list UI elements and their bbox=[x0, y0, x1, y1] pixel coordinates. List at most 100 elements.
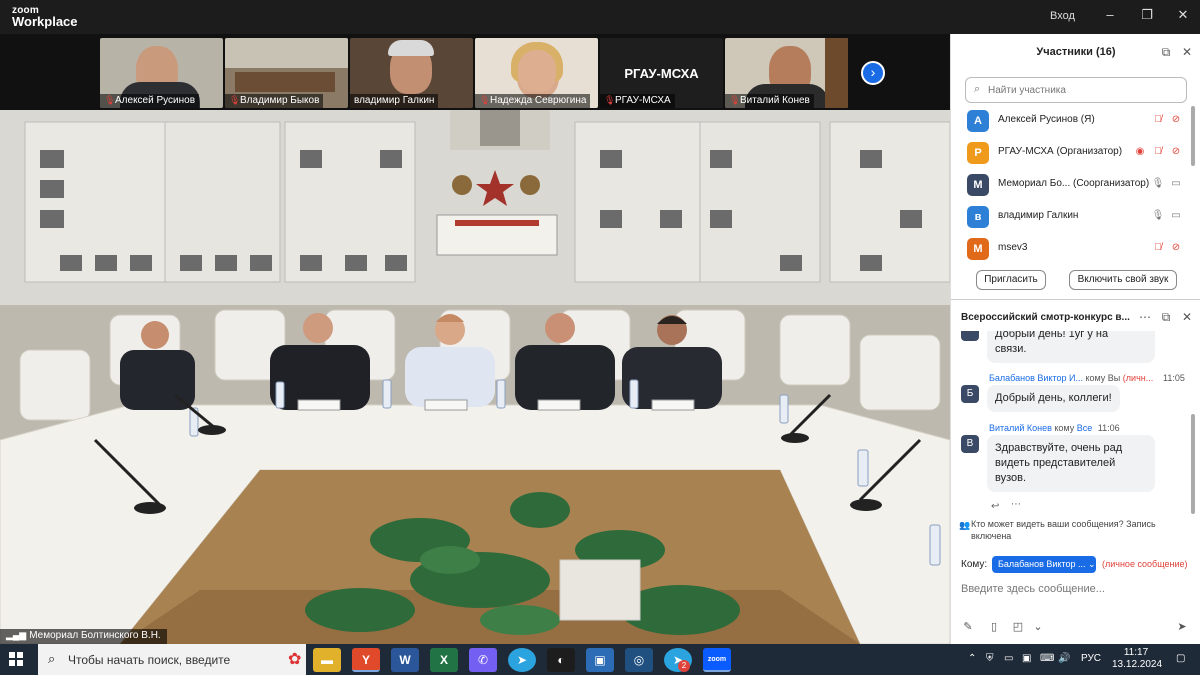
video-off-icon[interactable]: ⊘ bbox=[1169, 145, 1183, 159]
thumbnail-name: 🎙Алексей Русинов bbox=[100, 94, 200, 108]
restore-icon[interactable]: ❐ bbox=[1140, 8, 1154, 22]
taskbar-search[interactable]: ⌕ Чтобы начать поиск, введите ✿ bbox=[38, 644, 306, 675]
video-thumbnail[interactable]: 🎙Виталий Конев bbox=[725, 38, 848, 108]
app-icon[interactable]: ◐ bbox=[547, 648, 575, 672]
video-thumbnail[interactable]: 🎙Владимир Быков bbox=[225, 38, 348, 108]
network-app-icon[interactable]: ◎ bbox=[625, 648, 653, 672]
participant-search-input[interactable] bbox=[988, 81, 1178, 99]
taskbar-search-text: Чтобы начать поиск, введите bbox=[68, 653, 231, 667]
format-icon[interactable]: ✎ bbox=[961, 620, 975, 633]
video-thumbnail[interactable]: 🎙Надежда Севрюгина bbox=[475, 38, 598, 108]
system-clock[interactable]: 11:17 13.12.2024 bbox=[1112, 647, 1163, 671]
zoom-logo: zoom Workplace bbox=[12, 5, 78, 28]
volume-icon[interactable]: 🔊 bbox=[1058, 653, 1070, 664]
recipient-value: Балабанов Виктор ... bbox=[998, 559, 1086, 569]
avatar: в bbox=[967, 206, 989, 228]
chevron-up-icon[interactable]: ⌃ bbox=[968, 653, 976, 664]
participants-scrollbar[interactable] bbox=[1191, 106, 1195, 166]
audience-label: Все bbox=[1076, 423, 1093, 433]
participant-row[interactable]: М Мемориал Бо... (Соорганизатор) 🎙 ▭ bbox=[967, 173, 1181, 197]
signin-button[interactable]: Вход bbox=[1050, 10, 1075, 22]
thumbnail-name-text: Алексей Русинов bbox=[115, 95, 196, 106]
participant-row[interactable]: Р РГАУ-МСХА (Организатор) ◉ 🎙̸ ⊘ bbox=[967, 141, 1181, 165]
more-icon[interactable]: ⋯ bbox=[1138, 310, 1152, 324]
popout-icon[interactable]: ⧉ bbox=[1159, 310, 1173, 324]
video-off-icon[interactable]: ⊘ bbox=[1169, 113, 1183, 127]
chat-title: Всероссийский смотр-конкурс в... bbox=[961, 312, 1130, 323]
muted-mic-icon[interactable]: 🎙̸ bbox=[1151, 145, 1165, 159]
chat-visibility-notice[interactable]: Кто может видеть ваши сообщения? Запись … bbox=[971, 518, 1191, 542]
speaker-name-text: Мемориал Болтинского В.Н. bbox=[29, 630, 161, 641]
participant-row[interactable]: А Алексей Русинов (Я) 🎙̸ ⊘ bbox=[967, 109, 1181, 133]
people-icon: 👥 bbox=[959, 520, 971, 530]
muted-mic-icon[interactable]: 🎙̸ bbox=[1151, 241, 1165, 255]
unmute-button[interactable]: Включить свой звук bbox=[1069, 270, 1177, 290]
video-thumbnail[interactable]: владимир Галкин bbox=[350, 38, 473, 108]
network-icon[interactable]: ⌨ bbox=[1040, 653, 1054, 664]
file-icon[interactable]: ▯ bbox=[987, 620, 1001, 633]
save-app-icon[interactable]: ▣ bbox=[586, 648, 614, 672]
avatar: Р bbox=[967, 142, 989, 164]
video-icon[interactable]: ▭ bbox=[1169, 177, 1183, 191]
participant-hair bbox=[388, 40, 434, 56]
more-icon[interactable]: ⋯ bbox=[1011, 499, 1021, 510]
chevron-down-icon[interactable]: ⌄ bbox=[1031, 620, 1045, 633]
participant-row[interactable]: в владимир Галкин 🎙 ▭ bbox=[967, 205, 1181, 229]
yandex-browser-icon[interactable]: Y bbox=[352, 648, 380, 672]
participant-search[interactable]: ⌕ bbox=[965, 77, 1187, 103]
chat-header: Всероссийский смотр-конкурс в... ⋯ ⧉ ✕ bbox=[951, 304, 1200, 332]
sender-name[interactable]: Балабанов Виктор И... bbox=[989, 373, 1083, 383]
chat-message-input[interactable] bbox=[961, 579, 1191, 599]
language-indicator[interactable]: РУС bbox=[1081, 653, 1101, 664]
reply-icon[interactable]: ↩ bbox=[991, 501, 999, 512]
excel-icon[interactable]: X bbox=[430, 648, 458, 672]
recipient-row: Кому: Балабанов Виктор ... ⌄ (личное соо… bbox=[951, 554, 1200, 576]
security-icon[interactable]: ⛨ bbox=[986, 653, 994, 664]
poinsettia-icon: ✿ bbox=[288, 651, 302, 668]
sender-name[interactable]: Виталий Конев bbox=[989, 423, 1052, 433]
clock-date: 13.12.2024 bbox=[1112, 659, 1163, 670]
zoom-app-icon[interactable]: zoom bbox=[703, 648, 731, 672]
windows-start-icon[interactable] bbox=[9, 652, 23, 666]
close-window-icon[interactable]: ✕ bbox=[1176, 8, 1190, 22]
video-icon[interactable]: ▭ bbox=[1169, 209, 1183, 223]
private-message-label: (личное сообщение) bbox=[1102, 559, 1188, 569]
display-icon[interactable]: ▣ bbox=[1022, 653, 1031, 664]
telegram-icon[interactable]: ➤ bbox=[508, 648, 536, 672]
next-page-icon[interactable]: › bbox=[861, 61, 885, 85]
mic-icon[interactable]: 🎙 bbox=[1151, 177, 1165, 191]
avatar: М bbox=[967, 174, 989, 196]
close-chat-icon[interactable]: ✕ bbox=[1180, 310, 1194, 324]
message-meta: Балабанов Виктор И... кому Вы (личн... 1… bbox=[989, 373, 1185, 383]
chat-bubble: Добрый день! 1уг у на связи. bbox=[987, 331, 1155, 363]
send-icon[interactable]: ➤ bbox=[1175, 620, 1189, 633]
file-explorer-icon[interactable]: ▬ bbox=[313, 648, 341, 672]
video-off-icon[interactable]: ⊘ bbox=[1169, 241, 1183, 255]
muted-mic-icon[interactable]: 🎙̸ bbox=[1151, 113, 1165, 127]
notifications-icon[interactable]: ▢ bbox=[1176, 653, 1185, 664]
popout-icon[interactable]: ⧉ bbox=[1159, 45, 1173, 59]
message-text: Добрый день, коллеги! bbox=[995, 392, 1112, 404]
invite-button[interactable]: Пригласить bbox=[976, 270, 1046, 290]
signal-bars-icon: ▂▄▆ bbox=[6, 630, 27, 640]
mic-icon[interactable]: 🎙 bbox=[1151, 209, 1165, 223]
recipient-label: кому Вы bbox=[1085, 373, 1121, 383]
screenshot-icon[interactable]: ◰ bbox=[1011, 620, 1025, 633]
participant-face-front bbox=[518, 50, 556, 92]
video-thumbnail[interactable]: 🎙Алексей Русинов bbox=[100, 38, 223, 108]
room-table bbox=[235, 72, 335, 92]
word-icon[interactable]: W bbox=[391, 648, 419, 672]
minimize-icon[interactable]: – bbox=[1103, 8, 1117, 22]
chat-scrollbar[interactable] bbox=[1191, 414, 1195, 514]
recipient-label: Кому: bbox=[961, 559, 988, 570]
close-panel-icon[interactable]: ✕ bbox=[1180, 45, 1194, 59]
muted-mic-icon: 🎙 bbox=[229, 95, 241, 105]
thumbnail-name: владимир Галкин bbox=[350, 94, 439, 108]
windows-taskbar: ⌕ Чтобы начать поиск, введите ✿ ▬ Y W X … bbox=[0, 644, 1200, 675]
video-thumbnail[interactable]: РГАУ-МСХА 🎙РГАУ-МСХА bbox=[600, 38, 723, 108]
viber-icon[interactable]: ✆ bbox=[469, 648, 497, 672]
battery-icon[interactable]: ▭ bbox=[1004, 653, 1013, 664]
participant-row[interactable]: М msev3 🎙̸ ⊘ bbox=[967, 237, 1181, 261]
participant-name: Алексей Русинов (Я) bbox=[998, 114, 1095, 125]
recipient-dropdown[interactable]: Балабанов Виктор ... ⌄ bbox=[992, 556, 1096, 573]
